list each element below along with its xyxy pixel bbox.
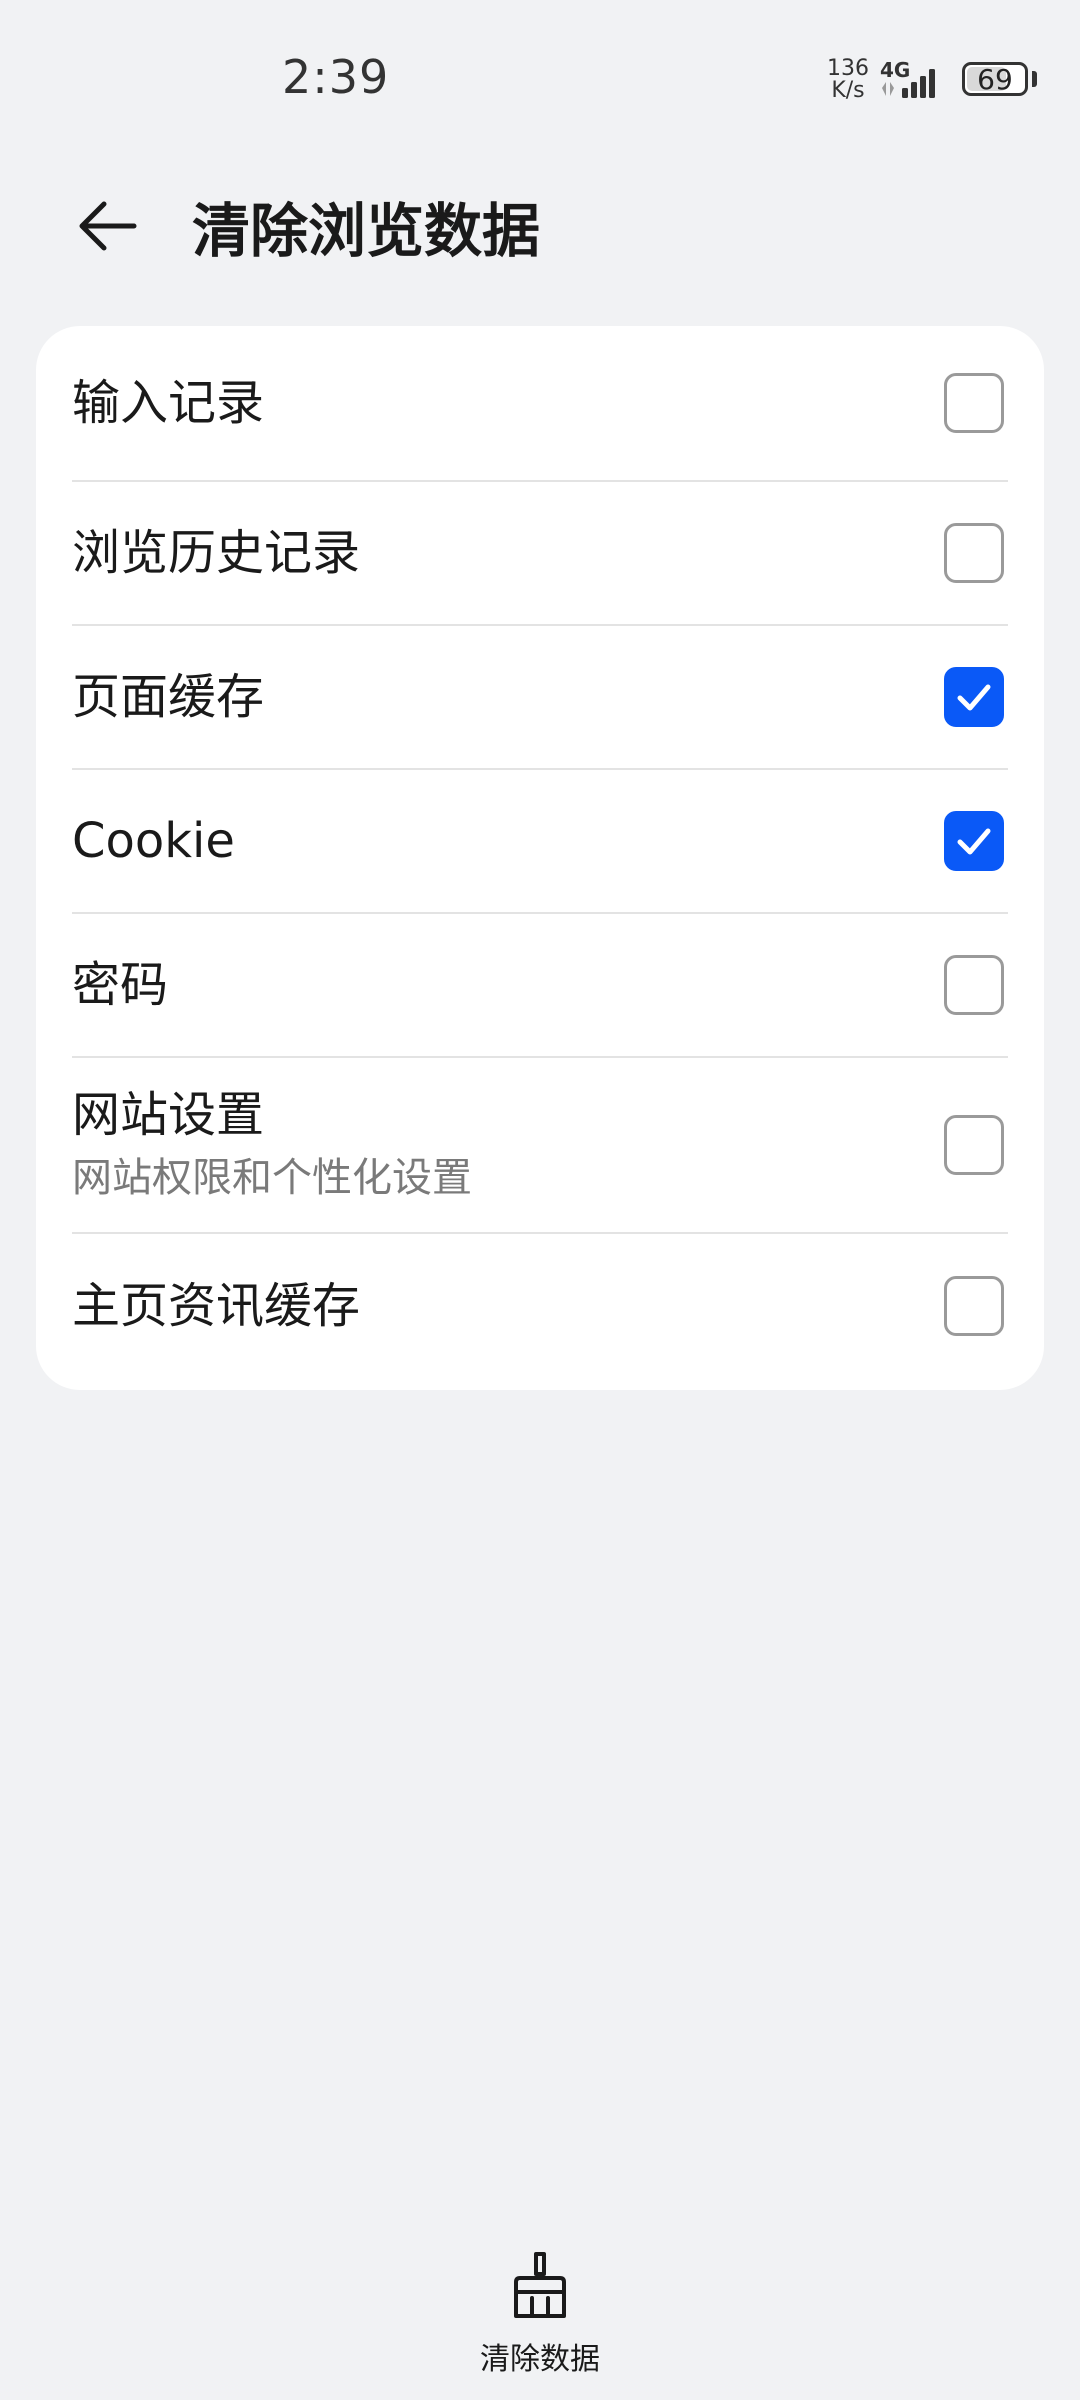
- option-sublabel: 网站权限和个性化设置: [72, 1155, 472, 1201]
- option-label: 主页资讯缓存: [72, 1278, 361, 1334]
- option-row-passwords[interactable]: 密码: [72, 914, 1008, 1058]
- battery-icon: 69: [962, 62, 1028, 96]
- option-row-site-settings[interactable]: 网站设置 网站权限和个性化设置: [72, 1058, 1008, 1234]
- cookie-checkbox[interactable]: [944, 811, 1004, 871]
- option-label: 输入记录: [72, 375, 265, 431]
- option-row-cookie[interactable]: Cookie: [72, 770, 1008, 914]
- browsing-history-checkbox[interactable]: [944, 523, 1004, 583]
- homepage-news-cache-checkbox[interactable]: [944, 1276, 1004, 1336]
- option-text: Cookie: [72, 812, 944, 870]
- broom-icon: [514, 2252, 566, 2318]
- option-label: 浏览历史记录: [72, 525, 361, 581]
- option-label: 密码: [72, 957, 169, 1013]
- status-bar: 2:39 136 K/s 4G 69: [0, 0, 1080, 150]
- battery-level: 69: [977, 63, 1013, 96]
- option-text: 页面缓存: [72, 668, 944, 726]
- option-row-input-history[interactable]: 输入记录: [72, 326, 1008, 482]
- signal-icon: [882, 69, 935, 98]
- checkmark-icon: [957, 828, 991, 855]
- network-speed-unit: K/s: [831, 78, 865, 103]
- option-row-page-cache[interactable]: 页面缓存: [72, 626, 1008, 770]
- arrow-left-icon: [79, 201, 137, 251]
- checkmark-icon: [957, 684, 991, 711]
- option-label: Cookie: [72, 813, 235, 869]
- site-settings-checkbox[interactable]: [944, 1115, 1004, 1175]
- option-row-homepage-news-cache[interactable]: 主页资讯缓存: [72, 1234, 1008, 1378]
- options-card: 输入记录 浏览历史记录 页面缓存 Cookie 密码 网站设置 网站权限和个性化…: [36, 326, 1044, 1390]
- page-cache-checkbox[interactable]: [944, 667, 1004, 727]
- clear-data-button[interactable]: 清除数据: [440, 2250, 640, 2380]
- header: 清除浏览数据: [0, 170, 1080, 270]
- battery-tip: [1032, 71, 1037, 87]
- clear-data-label: 清除数据: [480, 2342, 600, 2377]
- status-time: 2:39: [282, 50, 390, 104]
- option-label: 页面缓存: [72, 669, 265, 725]
- network-speed: 136 K/s: [826, 58, 870, 102]
- back-button[interactable]: [60, 178, 156, 274]
- option-row-browsing-history[interactable]: 浏览历史记录: [72, 482, 1008, 626]
- option-label: 网站设置: [72, 1087, 265, 1143]
- page-title: 清除浏览数据: [192, 197, 541, 265]
- option-text: 浏览历史记录: [72, 524, 944, 582]
- option-text: 输入记录: [72, 374, 944, 432]
- input-history-checkbox[interactable]: [944, 373, 1004, 433]
- option-text: 密码: [72, 956, 944, 1014]
- option-text: 主页资讯缓存: [72, 1277, 944, 1335]
- option-text: 网站设置 网站权限和个性化设置: [72, 1086, 944, 1204]
- passwords-checkbox[interactable]: [944, 955, 1004, 1015]
- network-speed-value: 136: [827, 56, 869, 81]
